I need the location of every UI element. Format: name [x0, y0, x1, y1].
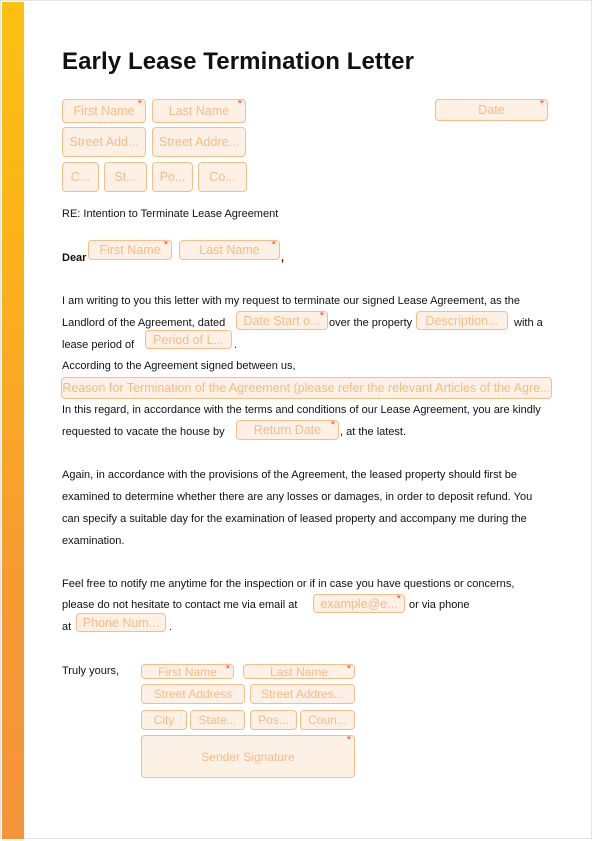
field-placeholder: Co...	[209, 170, 236, 184]
header-street-address-2-field[interactable]: Street Addre...	[152, 127, 246, 157]
salutation-dear: Dear	[62, 252, 87, 264]
lease-period-field[interactable]: Period of L...	[145, 330, 232, 349]
field-placeholder: First Name	[158, 664, 217, 679]
phone-field[interactable]: Phone Num...	[76, 613, 166, 632]
property-description-field[interactable]: Description...	[416, 311, 508, 330]
field-placeholder: Phone Num...	[82, 615, 160, 630]
para1-line3a: lease period of	[62, 339, 135, 351]
document-title: Early Lease Termination Letter	[62, 48, 415, 75]
recipient-last-name-field[interactable]: Last Name *	[179, 240, 280, 260]
field-placeholder: Last Name	[269, 664, 329, 679]
required-icon: *	[539, 99, 544, 110]
header-last-name-field[interactable]: Last Name *	[152, 99, 246, 123]
field-placeholder: Date	[478, 103, 505, 117]
required-icon: *	[163, 240, 168, 251]
required-icon: *	[225, 664, 230, 675]
field-placeholder: Sender Signature	[201, 749, 295, 764]
header-first-name-field[interactable]: First Name *	[62, 99, 146, 123]
para1-line2c: with a	[514, 317, 543, 329]
para2-line2: examined to determine whether there are …	[62, 491, 533, 503]
sender-street-address-2-field[interactable]: Street Addres...	[250, 684, 355, 704]
salutation-comma: ,	[281, 252, 285, 264]
para1-line2a: Landlord of the Agreement, dated	[62, 317, 226, 329]
field-placeholder: Reason for Termination of the Agreement …	[62, 381, 551, 395]
field-placeholder: State...	[198, 713, 237, 727]
field-placeholder: example@e...	[320, 596, 398, 611]
field-placeholder: St...	[114, 170, 137, 184]
re-line: RE: Intention to Terminate Lease Agreeme…	[62, 208, 279, 220]
para1-line6b: , at the latest.	[340, 426, 407, 438]
required-icon: *	[346, 735, 351, 746]
field-placeholder: Coun...	[308, 713, 347, 727]
field-placeholder: Last Name	[168, 104, 230, 118]
sender-state-field[interactable]: State...	[190, 710, 245, 730]
field-placeholder: Street Addres...	[261, 687, 344, 701]
required-icon: *	[319, 311, 324, 322]
sender-last-name-field[interactable]: Last Name *	[243, 664, 355, 679]
sender-city-field[interactable]: City	[141, 710, 187, 730]
header-date-field[interactable]: Date *	[435, 99, 548, 121]
required-icon: *	[271, 240, 276, 251]
header-city-field[interactable]: C...	[62, 162, 99, 192]
field-placeholder: Street Addre...	[159, 135, 239, 149]
email-field[interactable]: example@e... *	[313, 594, 405, 613]
termination-reason-field[interactable]: Reason for Termination of the Agreement …	[61, 377, 552, 399]
para1-line1: I am writing to you this letter with my …	[62, 295, 520, 307]
field-placeholder: City	[153, 713, 175, 727]
accent-stripe	[2, 2, 24, 839]
closing-label: Truly yours,	[62, 665, 120, 677]
para1-line4: According to the Agreement signed betwee…	[62, 360, 296, 372]
para3-line1: Feel free to notify me anytime for the i…	[62, 578, 515, 590]
field-placeholder: Return Date	[253, 423, 322, 437]
para3-line2a: please do not hesitate to contact me via…	[62, 599, 298, 611]
required-icon: *	[346, 664, 351, 675]
recipient-first-name-field[interactable]: First Name *	[88, 240, 172, 260]
field-placeholder: Description...	[425, 313, 499, 328]
field-placeholder: C...	[70, 170, 91, 184]
required-icon: *	[396, 594, 401, 605]
para3-line2b: or via phone	[409, 599, 470, 611]
para1-line2b: over the property	[329, 317, 413, 329]
sender-postal-field[interactable]: Pos...	[250, 710, 297, 730]
field-placeholder: Street Address	[153, 687, 233, 701]
field-placeholder: Street Add...	[69, 135, 139, 149]
para1-line3b: .	[234, 339, 238, 351]
return-date-field[interactable]: Return Date *	[236, 420, 339, 440]
para2-line4: examination.	[62, 535, 125, 547]
date-start-field[interactable]: Date Start o... *	[236, 311, 328, 330]
header-street-address-1-field[interactable]: Street Add...	[62, 127, 146, 157]
field-placeholder: First Name	[99, 243, 161, 257]
field-placeholder: Last Name	[199, 243, 260, 257]
sender-signature-field[interactable]: Sender Signature *	[141, 735, 355, 778]
para3-line3b: .	[169, 621, 173, 633]
field-placeholder: Period of L...	[153, 332, 224, 347]
required-icon: *	[330, 420, 335, 431]
sender-street-address-1-field[interactable]: Street Address	[141, 684, 245, 704]
header-state-field[interactable]: St...	[104, 162, 147, 192]
field-placeholder: Date Start o...	[243, 313, 321, 328]
field-placeholder: Pos...	[258, 713, 289, 727]
field-placeholder: First Name	[73, 104, 135, 118]
sender-country-field[interactable]: Coun...	[300, 710, 355, 730]
para1-line6a: requested to vacate the house by	[62, 426, 225, 438]
required-icon: *	[237, 99, 242, 110]
field-placeholder: Po...	[159, 170, 186, 184]
header-postal-field[interactable]: Po...	[152, 162, 193, 192]
para2-line1: Again, in accordance with the provisions…	[62, 469, 517, 481]
para1-line5: In this regard, in accordance with the t…	[62, 404, 541, 416]
header-country-field[interactable]: Co...	[198, 162, 247, 192]
sender-first-name-field[interactable]: First Name *	[141, 664, 234, 679]
para3-line3a: at	[62, 621, 72, 633]
para2-line3: can specify a suitable day for the exami…	[62, 513, 527, 525]
required-icon: *	[137, 99, 142, 110]
